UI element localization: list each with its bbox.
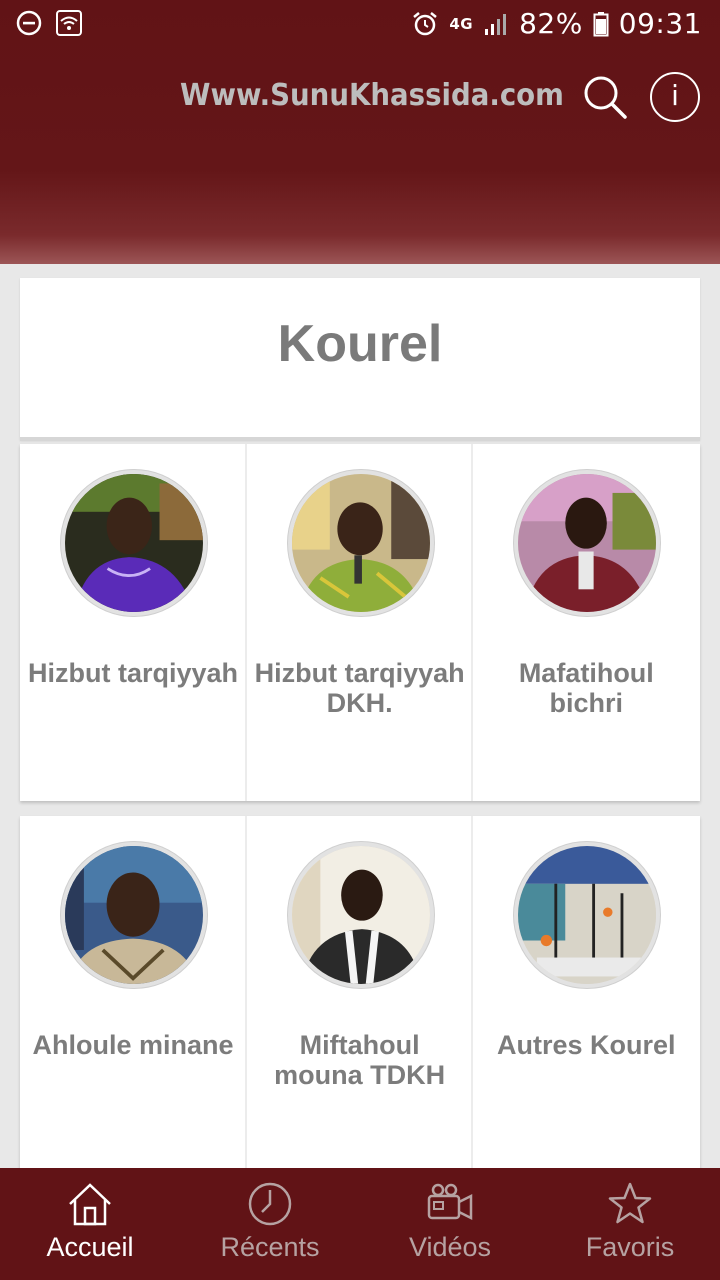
avatar-photo <box>518 474 657 612</box>
nav-label: Récents <box>220 1232 320 1262</box>
grid-row: Hizbut tarqiyyah Hizbut tarqiyyah DKH. M… <box>20 444 700 801</box>
alarm-icon <box>413 11 438 35</box>
search-button[interactable] <box>580 72 630 122</box>
kourel-tile-miftahoul-mouna-tdkh[interactable]: Miftahoul mouna TDKH <box>247 816 474 1168</box>
search-icon <box>584 76 627 119</box>
tile-label: Autres Kourel <box>497 1030 676 1060</box>
clock-icon <box>248 1182 292 1226</box>
clock-time: 09:31 <box>618 7 702 40</box>
kourel-tile-autres-kourel[interactable]: Autres Kourel <box>473 816 700 1168</box>
avatar-photo <box>65 474 203 612</box>
section-title: Kourel <box>277 315 443 373</box>
bottom-navigation: Accueil Récents Vidéos Favoris <box>0 1168 720 1280</box>
avatar-photo <box>65 846 203 984</box>
nav-favoris[interactable]: Favoris <box>540 1168 720 1280</box>
tile-label: Hizbut tarqiyyah <box>27 658 239 688</box>
kourel-tile-mafatihoul-bichri[interactable]: Mafatihoul bichri <box>473 444 700 801</box>
avatar <box>514 842 661 988</box>
nav-videos[interactable]: Vidéos <box>360 1168 540 1280</box>
info-button[interactable]: i <box>650 72 700 122</box>
signal-icon <box>485 13 507 35</box>
nav-recents[interactable]: Récents <box>180 1168 360 1280</box>
section-header-card: Kourel <box>20 278 700 440</box>
battery-percent: 82% <box>519 7 583 40</box>
info-icon: i <box>671 79 679 112</box>
wifi-icon <box>56 10 82 36</box>
tile-label: Ahloule minane <box>32 1030 234 1060</box>
tile-label: Hizbut tarqiyyah DKH. <box>254 658 465 718</box>
tile-label: Miftahoul mouna TDKH <box>274 1030 446 1090</box>
app-title: Www.SunuKhassida.com <box>180 78 564 113</box>
avatar-photo <box>291 474 430 612</box>
status-bar: 4G 82% 09:31 <box>0 0 720 48</box>
avatar-photo <box>291 846 430 984</box>
network-type: 4G <box>449 14 474 33</box>
do-not-disturb-icon <box>16 10 42 36</box>
avatar <box>287 470 434 616</box>
kourel-tile-hizbut-tarqiyyah-dkh[interactable]: Hizbut tarqiyyah DKH. <box>247 444 474 801</box>
battery-icon <box>593 11 609 36</box>
home-icon <box>69 1183 111 1226</box>
nav-accueil[interactable]: Accueil <box>0 1168 180 1280</box>
tile-label: Mafatihoul bichri <box>518 658 654 718</box>
avatar-photo <box>518 846 657 984</box>
avatar <box>61 842 207 988</box>
nav-label: Accueil <box>46 1232 134 1262</box>
nav-label: Vidéos <box>408 1232 492 1262</box>
main-content[interactable]: Kourel Hizbut tarqiyyah Hizbut tarqiyyah… <box>0 264 720 1168</box>
kourel-tile-hizbut-tarqiyyah[interactable]: Hizbut tarqiyyah <box>20 444 247 801</box>
avatar <box>514 470 661 616</box>
video-camera-icon <box>427 1183 473 1221</box>
nav-label: Favoris <box>585 1232 675 1262</box>
section-divider <box>20 437 700 441</box>
app-header: 4G 82% 09:31 Www.SunuKhassida.com i <box>0 0 720 264</box>
avatar <box>61 470 207 616</box>
grid-row: Ahloule minane Miftahoul mouna TDKH Autr… <box>20 816 700 1168</box>
kourel-tile-ahloule-minane[interactable]: Ahloule minane <box>20 816 247 1168</box>
avatar <box>287 842 434 988</box>
star-icon <box>608 1182 652 1224</box>
